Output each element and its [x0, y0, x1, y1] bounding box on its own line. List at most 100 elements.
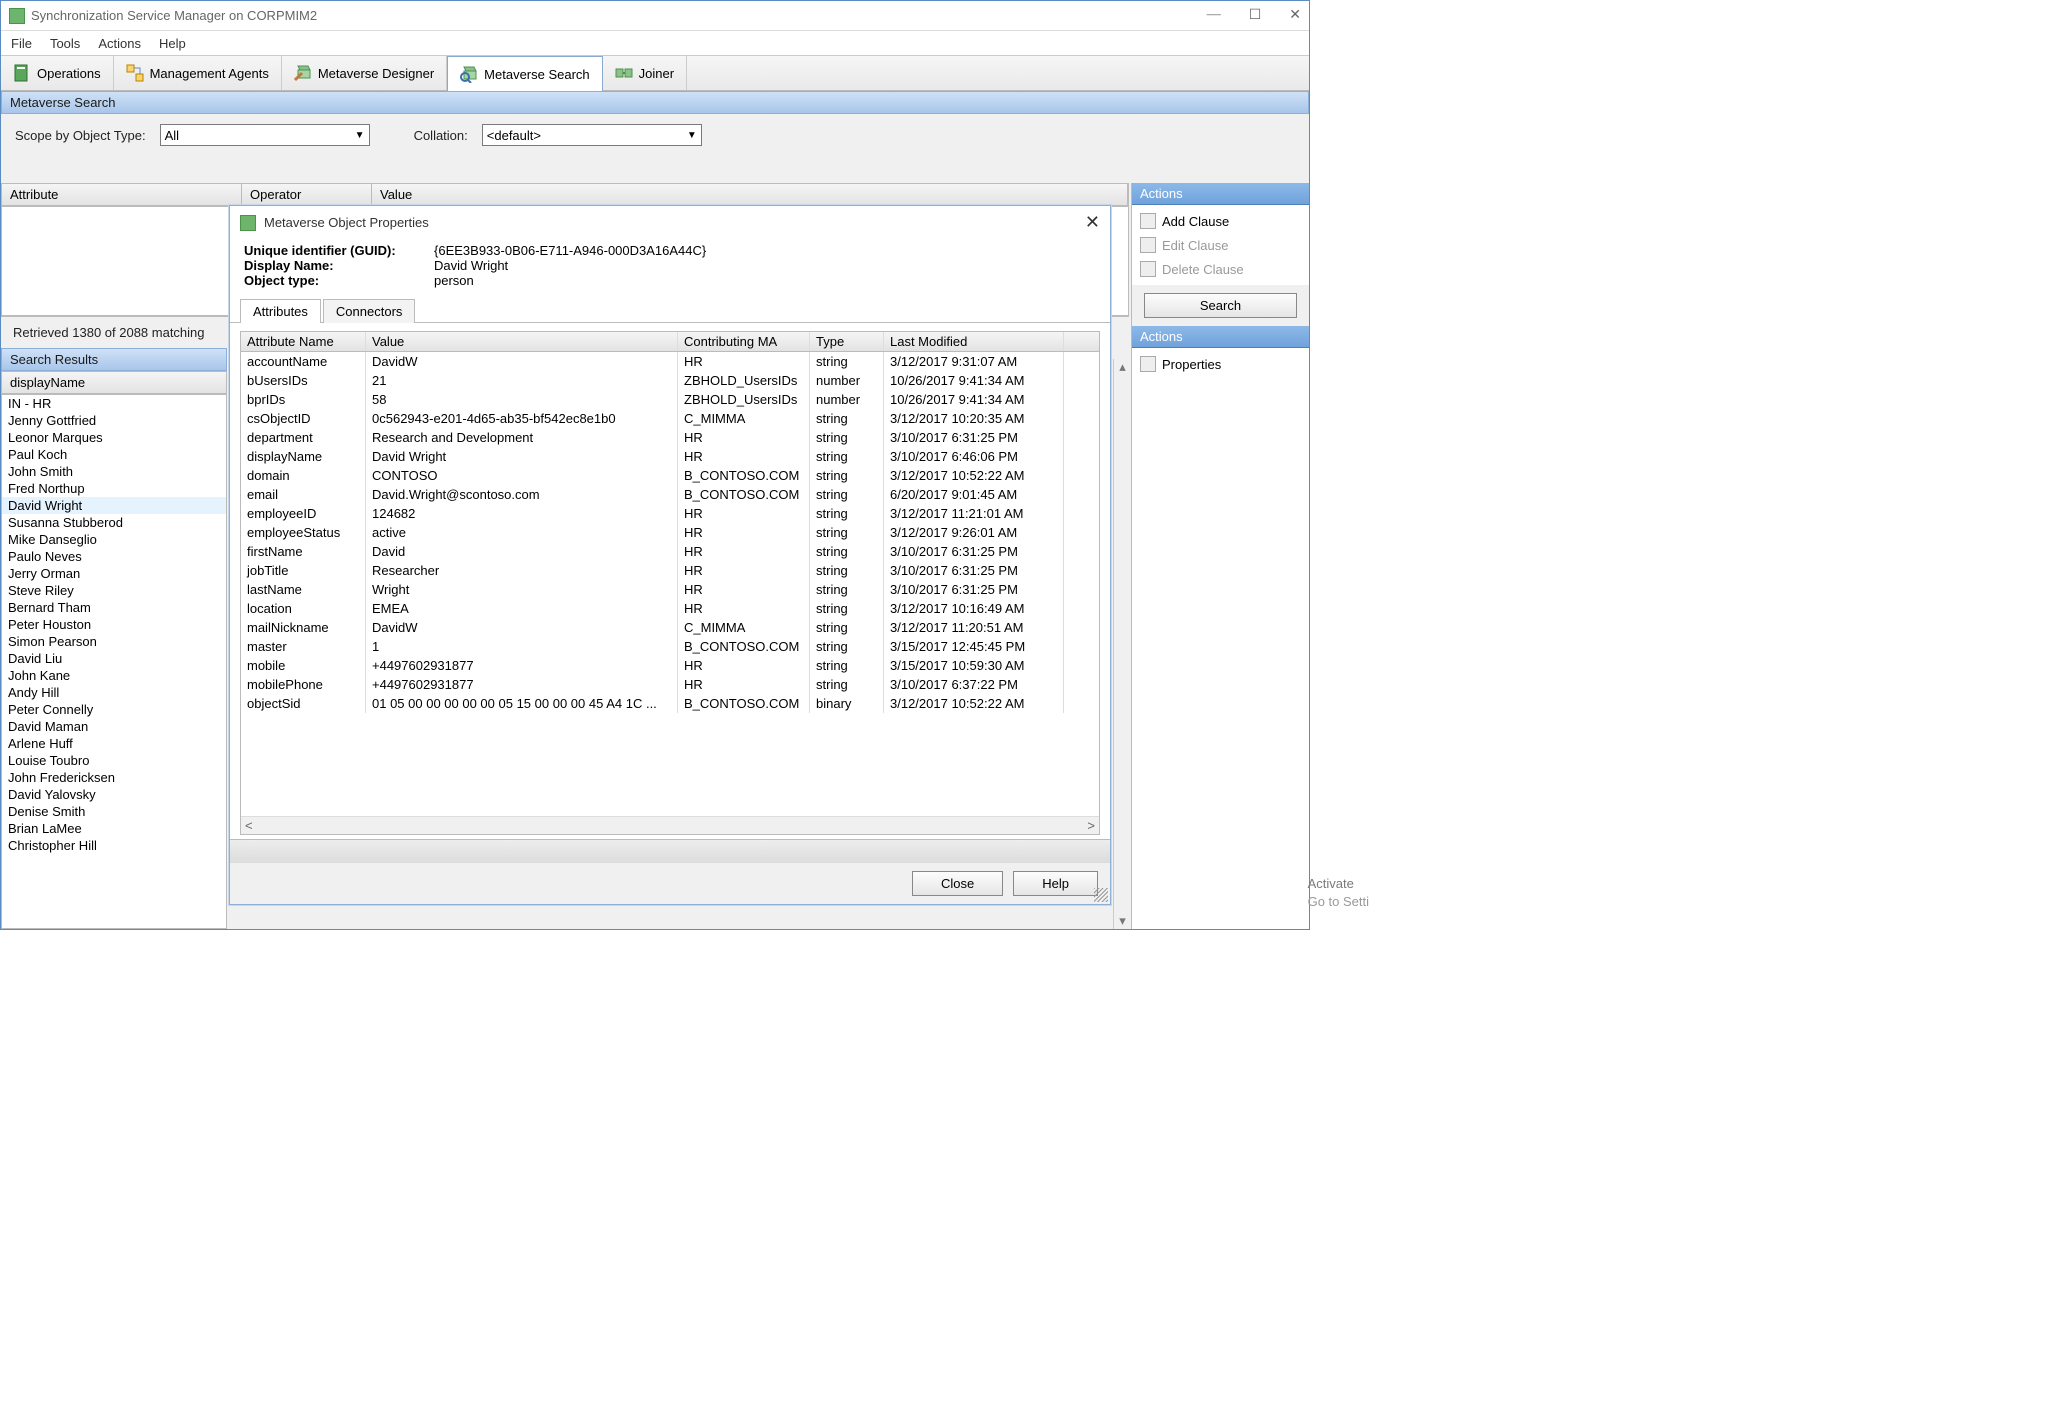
grid-row[interactable]: master1B_CONTOSO.COMstring3/15/2017 12:4… [241, 637, 1099, 656]
grid-row[interactable]: accountNameDavidWHRstring3/12/2017 9:31:… [241, 352, 1099, 371]
result-row[interactable]: John Kane [2, 667, 226, 684]
grid-cell: string [810, 542, 884, 561]
result-row[interactable]: IN - HR [2, 395, 226, 412]
dialog-close-button[interactable]: Close [912, 871, 1003, 896]
result-row[interactable]: Fred Northup [2, 480, 226, 497]
result-row[interactable]: Jerry Orman [2, 565, 226, 582]
result-row[interactable]: Andy Hill [2, 684, 226, 701]
grid-col-last-modified[interactable]: Last Modified [884, 332, 1064, 351]
grid-row[interactable]: displayNameDavid WrightHRstring3/10/2017… [241, 447, 1099, 466]
grid-cell: mailNickname [241, 618, 366, 637]
menu-help[interactable]: Help [159, 36, 186, 51]
action-add-clause[interactable]: Add Clause [1138, 209, 1303, 233]
result-row[interactable]: Leonor Marques [2, 429, 226, 446]
menu-actions[interactable]: Actions [98, 36, 141, 51]
scroll-right-icon[interactable]: > [1087, 818, 1095, 833]
collation-combobox[interactable]: <default>▼ [482, 124, 702, 146]
grid-row[interactable]: csObjectID0c562943-e201-4d65-ab35-bf542e… [241, 409, 1099, 428]
result-row[interactable]: David Liu [2, 650, 226, 667]
result-row[interactable]: John Smith [2, 463, 226, 480]
resize-grip-icon[interactable] [1094, 888, 1108, 902]
menu-tools[interactable]: Tools [50, 36, 80, 51]
grid-cell: 3/10/2017 6:31:25 PM [884, 542, 1064, 561]
grid-cell: 3/10/2017 6:31:25 PM [884, 580, 1064, 599]
result-row[interactable]: Peter Connelly [2, 701, 226, 718]
grid-row[interactable]: mobilePhone+4497602931877HRstring3/10/20… [241, 675, 1099, 694]
result-row[interactable]: Jenny Gottfried [2, 412, 226, 429]
result-row[interactable]: Bernard Tham [2, 599, 226, 616]
action-edit-clause: Edit Clause [1138, 233, 1303, 257]
grid-row[interactable]: domainCONTOSOB_CONTOSO.COMstring3/12/201… [241, 466, 1099, 485]
grid-hscroll[interactable]: < > [241, 816, 1099, 834]
scroll-down-icon[interactable]: ▾ [1119, 913, 1126, 929]
objecttype-value: person [434, 273, 474, 288]
grid-row[interactable]: firstNameDavidHRstring3/10/2017 6:31:25 … [241, 542, 1099, 561]
minimize-button[interactable]: — [1207, 7, 1221, 24]
grid-col-value[interactable]: Value [366, 332, 678, 351]
tool-operations[interactable]: Operations [1, 56, 114, 90]
grid-cell: HR [678, 352, 810, 371]
dialog-close-icon[interactable]: ✕ [1085, 212, 1100, 233]
grid-row[interactable]: bprIDs58ZBHOLD_UsersIDsnumber10/26/2017 … [241, 390, 1099, 409]
tool-metaverse-designer[interactable]: Metaverse Designer [282, 56, 447, 90]
result-row[interactable]: Christopher Hill [2, 837, 226, 854]
grid-col-attrname[interactable]: Attribute Name [241, 332, 366, 351]
scroll-left-icon[interactable]: < [245, 818, 253, 833]
result-row[interactable]: Paul Koch [2, 446, 226, 463]
result-row[interactable]: Paulo Neves [2, 548, 226, 565]
grid-row[interactable]: lastNameWrightHRstring3/10/2017 6:31:25 … [241, 580, 1099, 599]
close-window-button[interactable]: ✕ [1289, 7, 1301, 24]
scope-combobox[interactable]: All▼ [160, 124, 370, 146]
maximize-button[interactable]: ☐ [1249, 7, 1262, 24]
result-row[interactable]: Arlene Huff [2, 735, 226, 752]
result-row[interactable]: John Fredericksen [2, 769, 226, 786]
grid-cell: mobilePhone [241, 675, 366, 694]
result-row[interactable]: Simon Pearson [2, 633, 226, 650]
grid-cell: lastName [241, 580, 366, 599]
grid-cell: EMEA [366, 599, 678, 618]
grid-cell: 3/10/2017 6:31:25 PM [884, 561, 1064, 580]
delete-clause-icon [1140, 261, 1156, 277]
col-attribute[interactable]: Attribute [2, 184, 242, 205]
result-row[interactable]: David Wright [2, 497, 226, 514]
grid-cell: +4497602931877 [366, 675, 678, 694]
result-row[interactable]: Peter Houston [2, 616, 226, 633]
dialog-help-button[interactable]: Help [1013, 871, 1098, 896]
tool-management-agents[interactable]: Management Agents [114, 56, 282, 90]
grid-row[interactable]: jobTitleResearcherHRstring3/10/2017 6:31… [241, 561, 1099, 580]
result-row[interactable]: Louise Toubro [2, 752, 226, 769]
grid-body[interactable]: accountNameDavidWHRstring3/12/2017 9:31:… [241, 352, 1099, 816]
result-row[interactable]: David Yalovsky [2, 786, 226, 803]
grid-row[interactable]: emailDavid.Wright@scontoso.comB_CONTOSO.… [241, 485, 1099, 504]
tool-metaverse-search[interactable]: Metaverse Search [447, 56, 603, 91]
tool-joiner[interactable]: Joiner [603, 56, 687, 90]
grid-col-type[interactable]: Type [810, 332, 884, 351]
action-properties[interactable]: Properties [1138, 352, 1303, 376]
search-button[interactable]: Search [1144, 293, 1297, 318]
grid-row[interactable]: mailNicknameDavidWC_MIMMAstring3/12/2017… [241, 618, 1099, 637]
grid-row[interactable]: objectSid01 05 00 00 00 00 00 05 15 00 0… [241, 694, 1099, 713]
results-list[interactable]: IN - HRJenny GottfriedLeonor MarquesPaul… [1, 394, 227, 929]
result-row[interactable]: Steve Riley [2, 582, 226, 599]
grid-cell: 1 [366, 637, 678, 656]
result-row[interactable]: Susanna Stubberod [2, 514, 226, 531]
grid-cell: 6/20/2017 9:01:45 AM [884, 485, 1064, 504]
result-row[interactable]: Brian LaMee [2, 820, 226, 837]
tab-attributes[interactable]: Attributes [240, 299, 321, 323]
grid-row[interactable]: bUsersIDs21ZBHOLD_UsersIDsnumber10/26/20… [241, 371, 1099, 390]
grid-row[interactable]: employeeStatusactiveHRstring3/12/2017 9:… [241, 523, 1099, 542]
grid-col-contributing-ma[interactable]: Contributing MA [678, 332, 810, 351]
result-row[interactable]: Mike Danseglio [2, 531, 226, 548]
results-col-displayname[interactable]: displayName [1, 371, 227, 394]
mid-scrollbar[interactable]: ▴ ▾ [1113, 359, 1131, 929]
grid-row[interactable]: employeeID124682HRstring3/12/2017 11:21:… [241, 504, 1099, 523]
tab-connectors[interactable]: Connectors [323, 299, 415, 323]
grid-cell: HR [678, 428, 810, 447]
result-row[interactable]: Denise Smith [2, 803, 226, 820]
grid-row[interactable]: locationEMEAHRstring3/12/2017 10:16:49 A… [241, 599, 1099, 618]
scroll-up-icon[interactable]: ▴ [1119, 359, 1126, 375]
result-row[interactable]: David Maman [2, 718, 226, 735]
menu-file[interactable]: File [11, 36, 32, 51]
grid-row[interactable]: departmentResearch and DevelopmentHRstri… [241, 428, 1099, 447]
grid-row[interactable]: mobile+4497602931877HRstring3/15/2017 10… [241, 656, 1099, 675]
